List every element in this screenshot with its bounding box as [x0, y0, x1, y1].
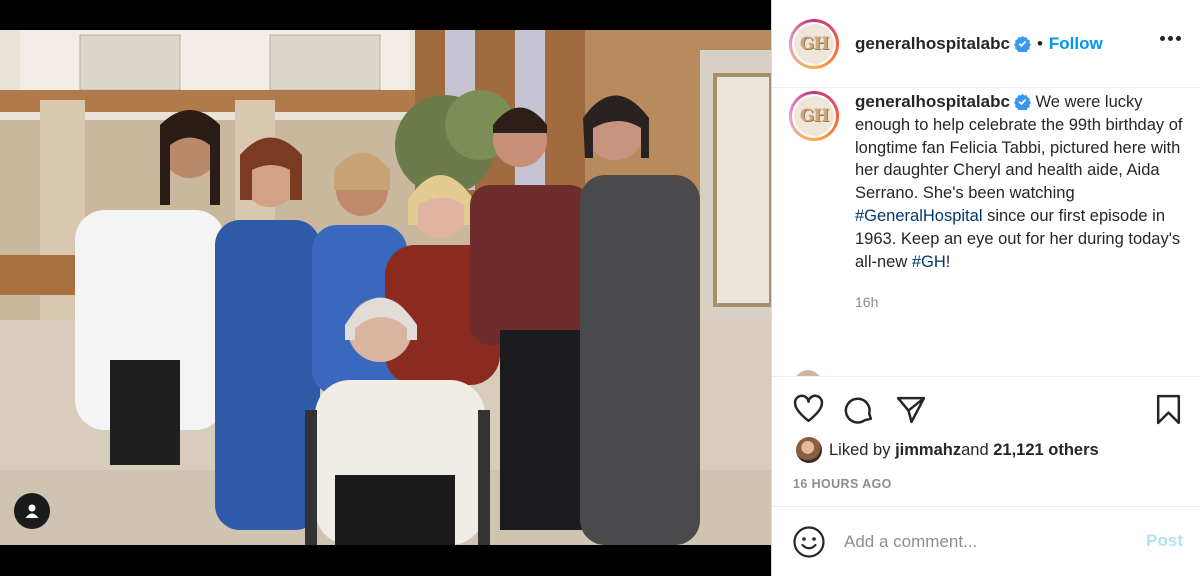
emoji-icon[interactable] [792, 525, 826, 559]
caption-body: generalhospitalabc We were lucky enough … [855, 91, 1185, 314]
avatar-ring: GH [792, 21, 836, 66]
user-tag-button[interactable] [14, 493, 50, 529]
liker-avatar[interactable] [796, 437, 822, 463]
post-actions: Liked by jimmahz and 21,121 others 16 HO… [772, 376, 1200, 506]
caption-avatar-ring: GH [792, 94, 836, 138]
more-dot [1168, 36, 1173, 41]
add-comment-bar: Post [772, 506, 1200, 576]
more-options-icon[interactable] [1160, 36, 1181, 41]
caption: GH generalhospitalabc We were lucky enou… [789, 91, 1185, 314]
caption-verified-badge-icon [1013, 93, 1031, 110]
post-side-panel: GH generalhospitalabc • Follow GH genera… [771, 0, 1200, 576]
post-comment-button[interactable]: Post [1146, 531, 1183, 551]
avatar-logo: GH [794, 23, 834, 64]
instagram-post: GH generalhospitalabc • Follow GH genera… [0, 0, 1200, 576]
more-dot [1160, 36, 1165, 41]
post-media [0, 0, 771, 576]
avatar-initials: GH [799, 33, 830, 54]
more-dot [1176, 36, 1181, 41]
heart-icon[interactable] [792, 393, 825, 426]
header-username[interactable]: generalhospitalabc [855, 34, 1010, 54]
liked-user[interactable]: jimmahz [895, 441, 961, 460]
caption-avatar-logo: GH [794, 96, 834, 136]
header-separator: • [1036, 33, 1043, 53]
liked-prefix: Liked by [829, 440, 891, 459]
post-header: GH generalhospitalabc • Follow [772, 0, 1200, 88]
next-comment-avatar [794, 364, 834, 376]
caption-time[interactable]: 16h [855, 291, 1185, 314]
liked-count[interactable]: 21,121 others [993, 441, 1098, 460]
hashtag-gh[interactable]: #GH [912, 253, 946, 271]
comments-section[interactable]: GH generalhospitalabc We were lucky enou… [772, 88, 1200, 376]
post-photo[interactable] [0, 30, 771, 545]
bookmark-icon[interactable] [1152, 393, 1185, 426]
follow-button[interactable]: Follow [1049, 34, 1103, 54]
caption-text-3: ! [945, 252, 951, 271]
action-icons [792, 393, 927, 426]
caption-avatar-initials: GH [799, 106, 830, 126]
likes-summary[interactable]: Liked by jimmahz and 21,121 others [796, 437, 1099, 463]
post-timestamp[interactable]: 16 HOURS AGO [793, 477, 892, 491]
comment-input[interactable] [844, 531, 1124, 552]
hashtag-generalhospital[interactable]: #GeneralHospital [855, 207, 983, 225]
comment-icon[interactable] [843, 393, 876, 426]
caption-avatar[interactable]: GH [789, 91, 839, 141]
liked-middle: and [961, 440, 989, 459]
verified-badge-icon [1013, 35, 1031, 52]
share-icon[interactable] [894, 393, 927, 426]
user-tag-icon [25, 504, 39, 518]
avatar[interactable]: GH [789, 18, 839, 69]
caption-username[interactable]: generalhospitalabc [855, 92, 1010, 111]
